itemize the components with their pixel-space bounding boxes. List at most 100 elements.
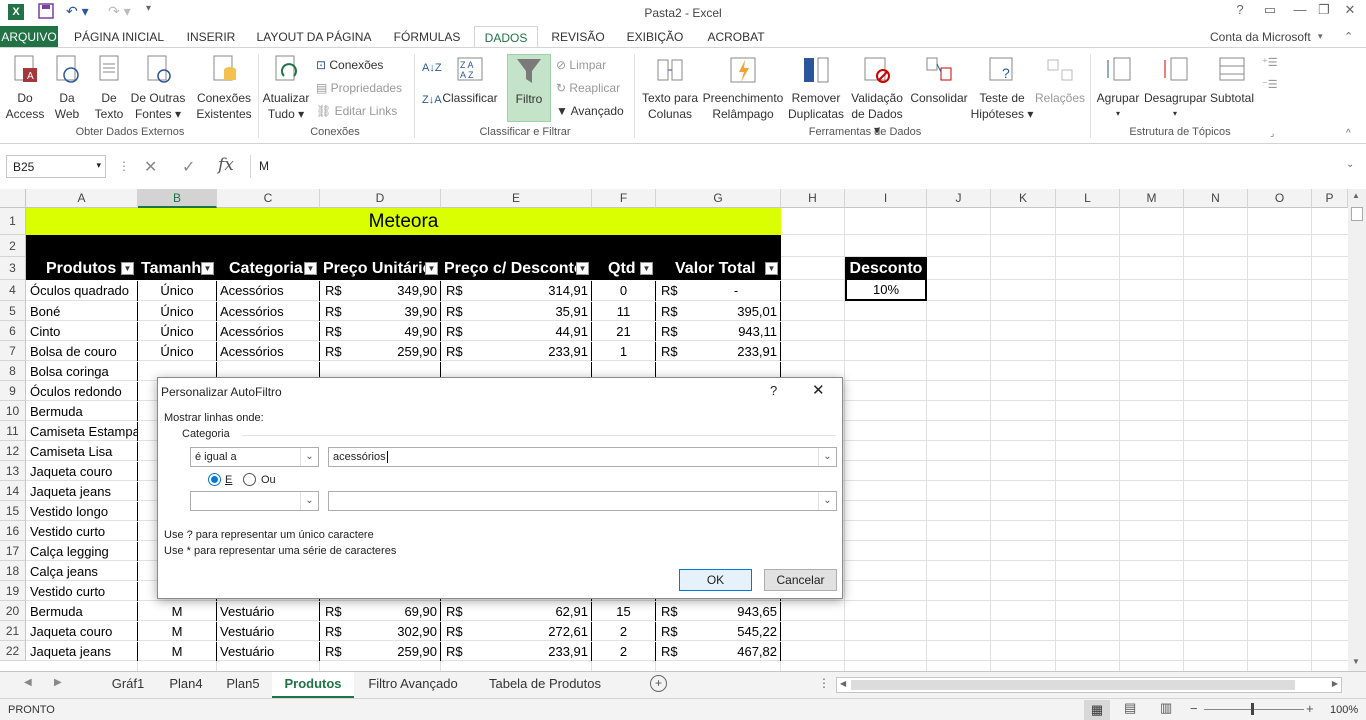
agrupar-button[interactable]: Agrupar ▾: [1094, 54, 1142, 122]
header-preco-desconto[interactable]: Preço c/ Desconto: [441, 257, 592, 280]
cell-f4[interactable]: 0: [592, 281, 656, 301]
cell-e20-currency[interactable]: R$: [443, 602, 479, 621]
sheet-tab-tabela-produtos[interactable]: Tabela de Produtos: [474, 672, 616, 698]
cell-b4[interactable]: Único: [138, 281, 217, 301]
sheet-tab-filtro-avancado[interactable]: Filtro Avançado: [356, 672, 470, 698]
cell-a16[interactable]: Vestido curto: [27, 522, 138, 541]
cell-f21[interactable]: 2: [592, 622, 656, 641]
sheet-tab-produtos[interactable]: Produtos: [272, 672, 354, 698]
cell-e7[interactable]: 233,91: [477, 342, 592, 361]
cell-f22[interactable]: 2: [592, 642, 656, 661]
cancel-entry-icon[interactable]: ✕: [144, 157, 157, 177]
cell-g22-currency[interactable]: R$: [658, 642, 694, 661]
cell-e6[interactable]: 44,91: [477, 322, 592, 341]
column-header-i[interactable]: I: [845, 189, 927, 208]
row-header-15[interactable]: 15: [0, 501, 26, 521]
row-header-17[interactable]: 17: [0, 541, 26, 561]
filter-dropdown-icon[interactable]: ▼: [425, 262, 438, 275]
sheet-tab-plan4[interactable]: Plan4: [160, 672, 212, 698]
reaplicar-button[interactable]: ↻ Reaplicar: [556, 81, 620, 95]
row-header-21[interactable]: 21: [0, 621, 26, 641]
de-outras-fontes-button[interactable]: De Outras Fontes ▾: [130, 54, 186, 122]
next-sheet-icon[interactable]: ▶: [54, 677, 62, 688]
consolidar-button[interactable]: Consolidar: [908, 54, 970, 106]
cell-a5[interactable]: Boné: [27, 302, 138, 321]
desagrupar-button[interactable]: Desagrupar ▾: [1144, 54, 1207, 122]
zoom-slider-thumb[interactable]: [1251, 703, 1254, 715]
limpar-button[interactable]: ⊘ Limpar: [556, 58, 606, 72]
name-box[interactable]: B25 ▾: [6, 155, 106, 178]
column-header-e[interactable]: E: [441, 189, 592, 208]
cell-a13[interactable]: Jaqueta couro: [27, 462, 138, 481]
cell-e5[interactable]: 35,91: [477, 302, 592, 321]
row-header-2[interactable]: 2: [0, 235, 26, 257]
texto-colunas-button[interactable]: Texto para Colunas: [638, 54, 702, 122]
value-input-1[interactable]: acessórios ⌄: [328, 447, 837, 467]
cell-a10[interactable]: Bermuda: [27, 402, 138, 421]
cell-g20[interactable]: 943,65: [692, 602, 781, 621]
cell-c6[interactable]: Acessórios: [217, 322, 320, 341]
cell-b6[interactable]: Único: [138, 322, 217, 341]
formula-input[interactable]: M: [250, 155, 1360, 178]
cell-e5-currency[interactable]: R$: [443, 302, 479, 321]
horizontal-scrollbar[interactable]: ◀ ▶: [836, 677, 1342, 693]
maximize-button[interactable]: ❐: [1310, 2, 1338, 22]
sheet-tab-graf1[interactable]: Gráf1: [100, 672, 156, 698]
cell-g4[interactable]: -: [692, 281, 781, 301]
collapse-ribbon-icon[interactable]: ⌃: [1344, 30, 1353, 43]
tab-exibicao[interactable]: EXIBIÇÃO: [618, 26, 692, 48]
atualizar-tudo-button[interactable]: Atualizar Tudo ▾: [260, 54, 312, 122]
column-header-p[interactable]: P: [1312, 189, 1348, 208]
da-web-button[interactable]: Da Web: [48, 54, 86, 122]
zoom-slider[interactable]: [1204, 709, 1304, 710]
view-normal-icon[interactable]: ▦: [1084, 700, 1110, 720]
relacoes-button[interactable]: Relações: [1034, 54, 1086, 106]
scroll-thumb[interactable]: [1351, 207, 1363, 221]
cell-a9[interactable]: Óculos redondo: [27, 382, 138, 401]
radio-and[interactable]: [208, 473, 221, 486]
cell-b22[interactable]: M: [138, 642, 217, 661]
desconto-header[interactable]: Desconto: [845, 257, 927, 280]
zoom-level[interactable]: 100%: [1330, 704, 1358, 716]
cell-g5[interactable]: 395,01: [692, 302, 781, 321]
cell-d21[interactable]: 302,90: [356, 622, 441, 641]
propriedades-button[interactable]: ▤ Propriedades: [316, 81, 402, 95]
cell-d4-currency[interactable]: R$: [322, 281, 358, 301]
insert-function-icon[interactable]: fx: [218, 155, 234, 175]
header-preco-unitario[interactable]: Preço Unitário: [320, 257, 441, 280]
desconto-value[interactable]: 10%: [845, 280, 927, 301]
sheet-tab-plan5[interactable]: Plan5: [216, 672, 270, 698]
row-header-4[interactable]: 4: [0, 280, 26, 301]
header-valor-total[interactable]: Valor Total: [656, 257, 781, 280]
cell-d20[interactable]: 69,90: [356, 602, 441, 621]
cell-a22[interactable]: Jaqueta jeans: [27, 642, 138, 661]
filter-dropdown-icon[interactable]: ▼: [121, 262, 134, 275]
cell-a21[interactable]: Jaqueta couro: [27, 622, 138, 641]
vertical-scrollbar[interactable]: ▲ ▼: [1348, 189, 1366, 671]
cell-d6-currency[interactable]: R$: [322, 322, 358, 341]
radio-and-label[interactable]: E: [225, 474, 232, 486]
filter-dropdown-icon[interactable]: ▼: [201, 262, 214, 275]
scroll-left-icon[interactable]: ◀: [840, 679, 846, 688]
cell-g4-currency[interactable]: R$: [658, 281, 694, 301]
prev-sheet-icon[interactable]: ◀: [24, 677, 32, 688]
tab-dados[interactable]: DADOS: [474, 26, 538, 48]
cell-g5-currency[interactable]: R$: [658, 302, 694, 321]
cell-a12[interactable]: Camiseta Lisa: [27, 442, 138, 461]
editar-links-button[interactable]: ⛓ Editar Links: [316, 104, 397, 118]
column-header-d[interactable]: D: [320, 189, 441, 208]
row-header-1[interactable]: 1: [0, 208, 26, 235]
account-chevron-icon[interactable]: ▾: [1318, 31, 1323, 42]
cell-g22[interactable]: 467,82: [692, 642, 781, 661]
cell-d5-currency[interactable]: R$: [322, 302, 358, 321]
cell-a15[interactable]: Vestido longo: [27, 502, 138, 521]
cell-b5[interactable]: Único: [138, 302, 217, 321]
cell-e7-currency[interactable]: R$: [443, 342, 479, 361]
cell-a4[interactable]: Óculos quadrado: [27, 281, 138, 301]
operator-select-1[interactable]: é igual a ⌄: [190, 447, 319, 467]
cell-g7[interactable]: 233,91: [692, 342, 781, 361]
ok-button[interactable]: OK: [679, 569, 752, 591]
row-header-14[interactable]: 14: [0, 481, 26, 501]
cell-g6[interactable]: 943,11: [692, 322, 781, 341]
cell-c5[interactable]: Acessórios: [217, 302, 320, 321]
